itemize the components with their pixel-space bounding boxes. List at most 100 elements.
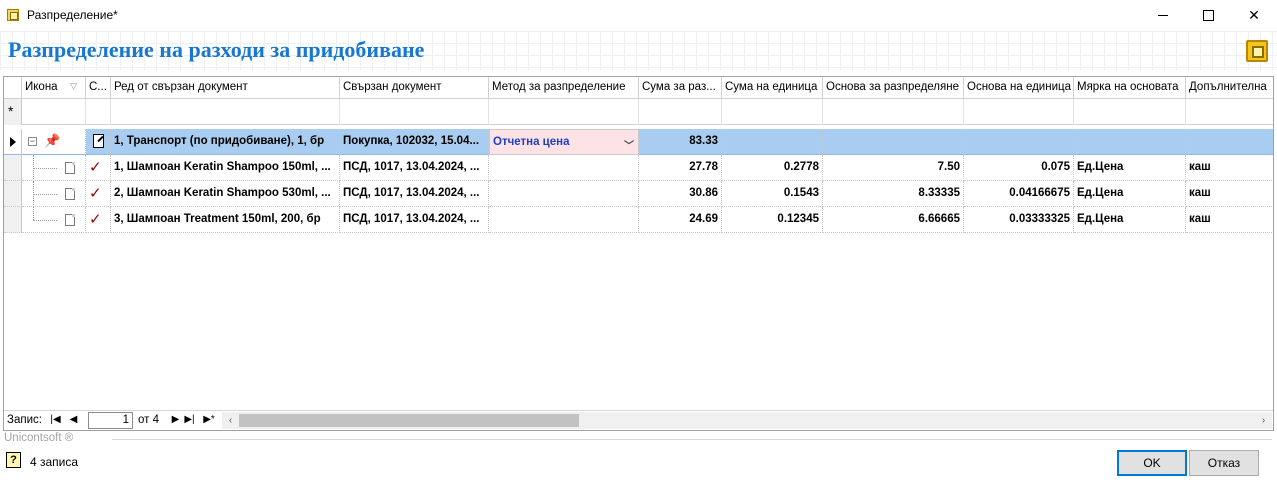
new-row-selector[interactable]: *: [4, 99, 22, 125]
filter-icon[interactable]: ▽: [70, 81, 77, 92]
status-cell[interactable]: ✓: [86, 155, 111, 181]
unit-sum-cell[interactable]: [722, 129, 823, 155]
new-row-cell[interactable]: [1186, 99, 1273, 125]
column-header-icon[interactable]: Икона ▽: [22, 77, 86, 99]
column-header-base[interactable]: Основа за разпределяне: [823, 77, 964, 99]
maximize-button[interactable]: [1185, 0, 1231, 31]
new-row-cell[interactable]: [111, 99, 340, 125]
extra-cell[interactable]: каш: [1186, 207, 1273, 233]
table-row[interactable]: − 📌 1, Транспорт (по придобиване), 1, бр…: [4, 129, 1273, 155]
measure-cell[interactable]: Ед.Цена: [1074, 207, 1186, 233]
column-header-unit-base[interactable]: Основа на единица: [964, 77, 1074, 99]
base-cell[interactable]: 8.33335: [823, 181, 964, 207]
column-header-extra[interactable]: Допълнителна: [1186, 77, 1273, 99]
line-cell[interactable]: 1, Шампоан Keratin Shampoo 150ml, ...: [111, 155, 340, 181]
sum-cell[interactable]: 30.86: [639, 181, 722, 207]
extra-cell[interactable]: [1186, 129, 1273, 155]
collapse-icon[interactable]: −: [28, 137, 37, 146]
scrollbar-thumb[interactable]: [239, 414, 579, 427]
extra-cell[interactable]: каш: [1186, 155, 1273, 181]
status-cell[interactable]: ✓: [86, 207, 111, 233]
cancel-button[interactable]: Отказ: [1189, 450, 1259, 476]
new-row-cell[interactable]: [1074, 99, 1186, 125]
ok-button[interactable]: OK: [1117, 450, 1187, 476]
new-row[interactable]: *: [4, 99, 1273, 125]
row-selector[interactable]: [4, 181, 22, 207]
column-header-measure[interactable]: Мярка на основата: [1074, 77, 1186, 99]
table-row[interactable]: ✓ 3, Шампоан Treatment 150ml, 200, бр ПС…: [4, 207, 1273, 233]
measure-cell[interactable]: [1074, 129, 1186, 155]
new-row-cell[interactable]: [722, 99, 823, 125]
document-cell[interactable]: ПСД, 1017, 13.04.2024, ...: [340, 207, 489, 233]
base-cell[interactable]: 6.66665: [823, 207, 964, 233]
chevron-down-icon[interactable]: ﹀: [624, 137, 634, 152]
table-row[interactable]: ✓ 1, Шампоан Keratin Shampoo 150ml, ... …: [4, 155, 1273, 181]
checkmark-icon: ✓: [89, 211, 102, 228]
horizontal-scrollbar[interactable]: ‹ ›: [222, 412, 1272, 429]
data-grid[interactable]: Икона ▽ С... Ред от свързан документ Свър…: [3, 76, 1274, 431]
help-icon[interactable]: ?: [6, 452, 21, 468]
unit-base-cell[interactable]: 0.03333325: [964, 207, 1074, 233]
checkmark-icon: ✓: [89, 159, 102, 176]
close-button[interactable]: ✕: [1231, 0, 1277, 31]
sum-cell[interactable]: 27.78: [639, 155, 722, 181]
row-selector[interactable]: [4, 129, 22, 155]
status-cell[interactable]: ✓: [86, 181, 111, 207]
column-header-sum[interactable]: Сума за раз...: [639, 77, 722, 99]
first-record-button[interactable]: |◀: [50, 412, 61, 428]
document-cell[interactable]: ПСД, 1017, 13.04.2024, ...: [340, 155, 489, 181]
document-cell[interactable]: Покупка, 102032, 15.04...: [340, 129, 489, 155]
new-row-cell[interactable]: [964, 99, 1074, 125]
row-selector[interactable]: [4, 207, 22, 233]
column-header-unit-sum[interactable]: Сума на единица: [722, 77, 823, 99]
new-row-cell[interactable]: [86, 99, 111, 125]
new-row-cell[interactable]: [489, 99, 639, 125]
unit-sum-cell[interactable]: 0.1543: [722, 181, 823, 207]
document-cell[interactable]: ПСД, 1017, 13.04.2024, ...: [340, 181, 489, 207]
line-cell[interactable]: 1, Транспорт (по придобиване), 1, бр: [111, 129, 340, 155]
base-cell[interactable]: [823, 129, 964, 155]
unit-sum-cell[interactable]: 0.12345: [722, 207, 823, 233]
table-row[interactable]: ✓ 2, Шампоан Keratin Shampoo 530ml, ... …: [4, 181, 1273, 207]
sum-cell[interactable]: 24.69: [639, 207, 722, 233]
icon-cell[interactable]: [22, 207, 86, 233]
new-row-cell[interactable]: [22, 99, 86, 125]
extra-cell[interactable]: каш: [1186, 181, 1273, 207]
last-record-button[interactable]: ▶|: [184, 412, 195, 428]
record-number-input[interactable]: 1: [88, 412, 133, 429]
line-cell[interactable]: 3, Шампоан Treatment 150ml, 200, бр: [111, 207, 340, 233]
unit-base-cell[interactable]: 0.075: [964, 155, 1074, 181]
method-cell[interactable]: [489, 155, 639, 181]
method-cell[interactable]: [489, 181, 639, 207]
method-dropdown[interactable]: Отчетна цена ﹀: [489, 129, 639, 155]
column-header-document[interactable]: Свързан документ: [340, 77, 489, 99]
column-header-line[interactable]: Ред от свързан документ: [111, 77, 340, 99]
tree-line: [33, 194, 57, 195]
scroll-right-icon[interactable]: ›: [1255, 412, 1272, 429]
line-cell[interactable]: 2, Шампоан Keratin Shampoo 530ml, ...: [111, 181, 340, 207]
icon-cell[interactable]: [22, 155, 86, 181]
icon-cell[interactable]: − 📌: [22, 129, 86, 155]
new-row-cell[interactable]: [823, 99, 964, 125]
measure-cell[interactable]: Ед.Цена: [1074, 155, 1186, 181]
new-row-cell[interactable]: [340, 99, 489, 125]
new-record-button[interactable]: ▶*: [201, 412, 217, 428]
unit-sum-cell[interactable]: 0.2778: [722, 155, 823, 181]
method-cell[interactable]: [489, 207, 639, 233]
scroll-left-icon[interactable]: ‹: [222, 412, 239, 429]
tree-line: [33, 207, 34, 220]
measure-cell[interactable]: Ед.Цена: [1074, 181, 1186, 207]
unit-base-cell[interactable]: 0.04166675: [964, 181, 1074, 207]
row-selector[interactable]: [4, 155, 22, 181]
next-record-button[interactable]: ▶: [170, 412, 181, 428]
column-header-status[interactable]: С...: [86, 77, 111, 99]
status-cell[interactable]: [86, 129, 111, 155]
icon-cell[interactable]: [22, 181, 86, 207]
unit-base-cell[interactable]: [964, 129, 1074, 155]
new-row-cell[interactable]: [639, 99, 722, 125]
sum-cell[interactable]: 83.33: [639, 129, 722, 155]
minimize-button[interactable]: [1140, 0, 1186, 31]
column-header-method[interactable]: Метод за разпределение: [489, 77, 639, 99]
base-cell[interactable]: 7.50: [823, 155, 964, 181]
previous-record-button[interactable]: ◀: [68, 412, 79, 428]
